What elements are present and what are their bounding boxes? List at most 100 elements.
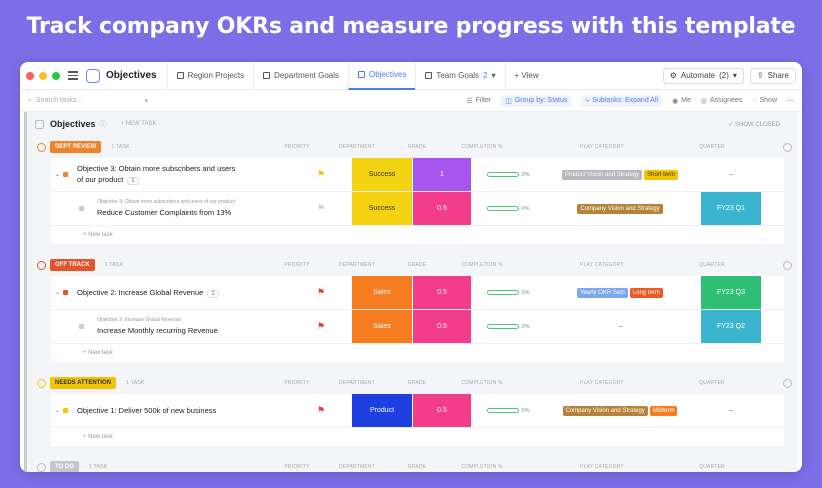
grade-cell[interactable]: 0.5 <box>413 394 471 427</box>
table-row[interactable]: Objective 2: Increase Global Revenue Incr… <box>51 310 784 344</box>
completion-cell[interactable]: 0% <box>475 276 541 309</box>
task-name[interactable]: Objective 3: Obtain more subscribers and… <box>77 163 287 186</box>
status-badge[interactable]: DEPT REVIEW <box>50 141 102 153</box>
department-cell[interactable]: Sales <box>352 276 412 309</box>
share-button[interactable]: ⇪ Share <box>749 67 796 84</box>
column-header[interactable]: PRIORITY <box>277 144 317 150</box>
column-header[interactable]: COMPLETION % <box>447 262 517 268</box>
status-square-icon[interactable] <box>63 290 68 295</box>
search-input[interactable]: ⌕ Search tasks... ▾ <box>28 97 148 105</box>
priority-cell[interactable]: ⚑ <box>301 192 341 225</box>
tab-department-goals[interactable]: Department Goals <box>253 62 348 90</box>
column-header[interactable]: DEPARTMENT <box>327 262 387 268</box>
tab-team-goals[interactable]: Team Goals 2 ▾ <box>415 62 504 90</box>
status-circle-icon[interactable] <box>37 142 46 152</box>
play-category-cell[interactable]: Yearly OKR Sets Long term <box>543 276 699 309</box>
status-badge[interactable]: NEEDS ATTENTION <box>50 377 117 389</box>
chevron-down-icon[interactable]: ⌄ <box>55 171 60 178</box>
column-header[interactable]: PRIORITY <box>277 380 317 386</box>
list-checkbox[interactable] <box>35 119 44 129</box>
column-header[interactable]: QUARTER <box>677 144 747 150</box>
department-cell[interactable]: Sales <box>352 310 412 343</box>
column-header[interactable]: PLAY CATEGORY <box>527 144 677 150</box>
status-circle-icon[interactable] <box>37 462 46 472</box>
show-button[interactable]: ◌ Show <box>752 97 777 104</box>
gear-icon[interactable] <box>783 379 792 388</box>
table-row[interactable]: ⌄ Objective 3: Obtain more subscribers an… <box>51 158 784 192</box>
status-circle-icon[interactable] <box>37 260 46 270</box>
minimize-window-button[interactable] <box>39 71 47 80</box>
column-header[interactable]: GRADE <box>389 380 445 386</box>
column-header[interactable]: COMPLETION % <box>447 380 517 386</box>
chevron-down-icon[interactable]: ⌄ <box>55 289 60 296</box>
task-name[interactable]: Objective 1: Deliver 500k of new busines… <box>77 405 287 416</box>
grade-cell[interactable]: 0.5 <box>413 192 471 225</box>
table-row[interactable]: ⌄ Objective 2: Increase Global Revenue 1 ⚑ S… <box>51 276 784 310</box>
play-category-cell[interactable]: Company Vision and Strategy <box>543 192 699 225</box>
column-header[interactable]: PRIORITY <box>277 262 317 268</box>
play-category-cell[interactable]: Product Vision and Strategy Short term <box>543 158 699 191</box>
task-name[interactable]: Objective 3: Obtain more subscribers and… <box>97 199 307 218</box>
subtask-count[interactable]: 1 <box>207 289 219 298</box>
automate-button[interactable]: ⚙ Automate (2) ▾ <box>662 67 744 84</box>
priority-cell[interactable]: ⚑ <box>301 394 341 427</box>
status-square-icon[interactable] <box>63 172 68 177</box>
department-cell[interactable]: Success <box>352 158 412 191</box>
column-header[interactable]: QUARTER <box>677 262 747 268</box>
gear-icon[interactable] <box>783 143 792 152</box>
column-header[interactable]: DEPARTMENT <box>327 464 387 470</box>
play-category-cell[interactable]: Company Vision and Strategy Midterm <box>543 394 699 427</box>
column-header[interactable]: QUARTER <box>677 380 747 386</box>
task-name[interactable]: Objective 2: Increase Global Revenue 1 <box>77 287 287 299</box>
column-header[interactable]: GRADE <box>389 262 445 268</box>
subtask-count[interactable]: 1 <box>127 177 139 186</box>
more-options-icon[interactable]: ⋯ <box>787 97 794 105</box>
hamburger-menu-icon[interactable] <box>68 71 78 80</box>
column-header[interactable]: COMPLETION % <box>447 144 517 150</box>
completion-cell[interactable]: 0% <box>475 394 541 427</box>
status-badge[interactable]: OFF TRACK <box>50 259 95 271</box>
column-header[interactable]: DEPARTMENT <box>327 380 387 386</box>
gear-icon[interactable] <box>783 261 792 270</box>
new-task-button[interactable]: + NEW TASK <box>121 121 157 127</box>
maximize-window-button[interactable] <box>52 71 60 80</box>
group-by-button[interactable]: ◫ Group by: Status <box>501 94 572 107</box>
priority-cell[interactable]: ⚑ <box>301 276 341 309</box>
grade-cell[interactable]: 0.5 <box>413 310 471 343</box>
chevron-down-icon[interactable]: ⌄ <box>55 407 60 414</box>
assignees-button[interactable]: ◎ Assignees <box>701 97 742 105</box>
task-name[interactable]: Objective 2: Increase Global Revenue Incr… <box>97 317 307 336</box>
status-square-icon[interactable] <box>79 324 84 329</box>
status-circle-icon[interactable] <box>37 378 46 388</box>
quarter-cell[interactable]: FY23 Q2 <box>701 310 761 343</box>
status-square-icon[interactable] <box>63 408 68 413</box>
column-header[interactable]: PLAY CATEGORY <box>527 262 677 268</box>
column-header[interactable]: PLAY CATEGORY <box>527 464 677 470</box>
priority-cell[interactable]: ⚑ <box>301 310 341 343</box>
new-task-button[interactable]: + New task <box>51 428 784 446</box>
filter-button[interactable]: ☰ Filter <box>466 97 491 105</box>
me-button[interactable]: ◉ Me <box>672 97 691 105</box>
completion-cell[interactable]: 0% <box>475 158 541 191</box>
department-cell[interactable]: Success <box>352 192 412 225</box>
department-cell[interactable]: Product <box>352 394 412 427</box>
column-header[interactable]: GRADE <box>389 464 445 470</box>
table-row[interactable]: ⌄ Objective 1: Deliver 500k of new busine… <box>51 394 784 428</box>
tab-objectives[interactable]: Objectives <box>348 62 416 90</box>
add-view-button[interactable]: + View <box>504 62 548 90</box>
grade-cell[interactable]: 0.5 <box>413 276 471 309</box>
new-task-button[interactable]: + New task <box>51 344 784 362</box>
table-row[interactable]: Objective 3: Obtain more subscribers and… <box>51 192 784 226</box>
column-header[interactable]: PLAY CATEGORY <box>527 380 677 386</box>
quarter-cell[interactable]: FY23 Q1 <box>701 192 761 225</box>
status-square-icon[interactable] <box>79 206 84 211</box>
priority-cell[interactable]: ⚑ <box>301 158 341 191</box>
close-window-button[interactable] <box>26 71 34 80</box>
status-badge[interactable]: TO DO <box>50 461 79 472</box>
column-header[interactable]: COMPLETION % <box>447 464 517 470</box>
quarter-cell[interactable]: – <box>701 394 761 427</box>
new-task-button[interactable]: + New task <box>51 226 784 244</box>
column-header[interactable]: PRIORITY <box>277 464 317 470</box>
completion-cell[interactable]: 0% <box>475 192 541 225</box>
column-header[interactable]: QUARTER <box>677 464 747 470</box>
